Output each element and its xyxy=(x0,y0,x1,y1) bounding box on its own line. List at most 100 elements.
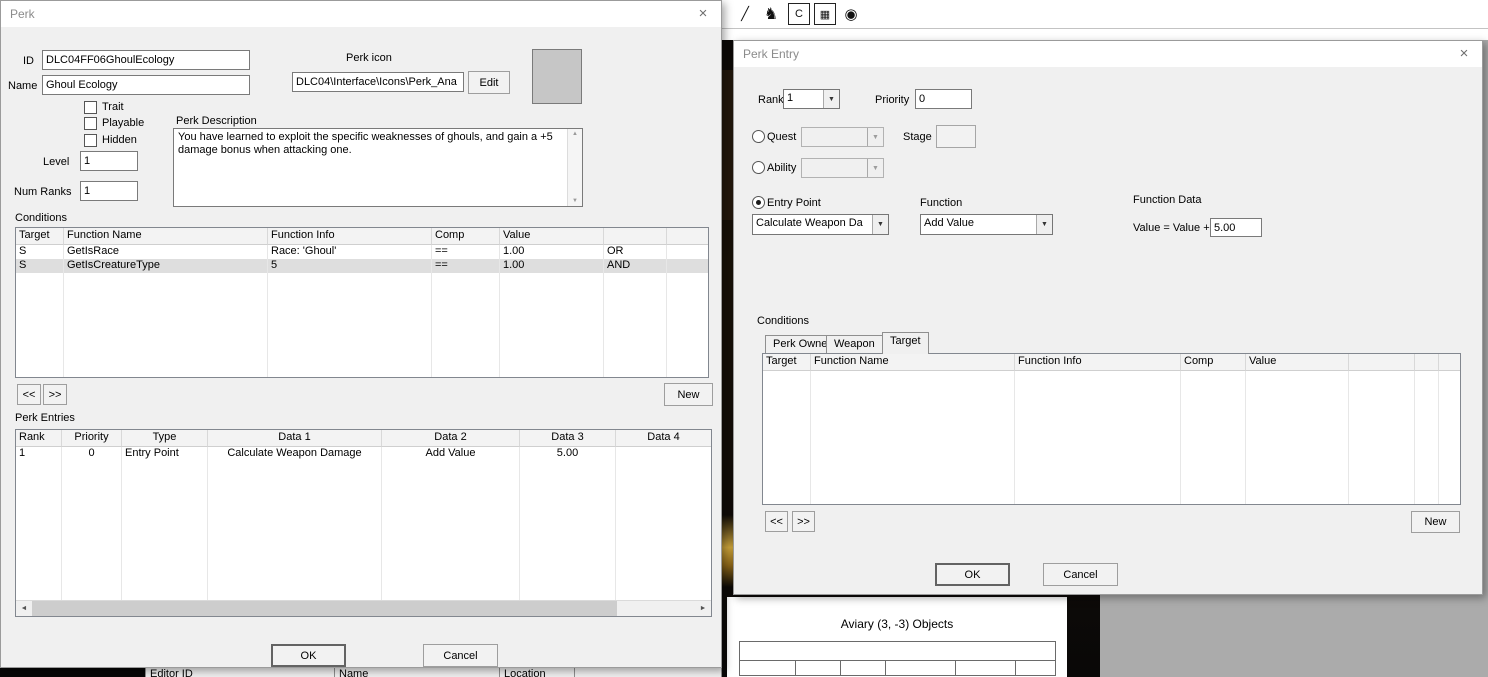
column-header-blank[interactable] xyxy=(575,668,722,677)
entry-new-button[interactable]: New xyxy=(1411,511,1460,533)
edit-button[interactable]: Edit xyxy=(468,71,510,94)
pen-icon[interactable]: ╱ xyxy=(734,3,756,25)
stage-label: Stage xyxy=(903,131,932,143)
header-function-name[interactable]: Function Name xyxy=(811,354,1015,371)
toolbar-divider xyxy=(722,28,1488,29)
conditions-table: Target Function Name Function Info Comp … xyxy=(15,227,709,378)
header-blank[interactable] xyxy=(1349,354,1415,371)
header-value[interactable]: Value xyxy=(1246,354,1349,371)
creature-icon[interactable]: ♞ xyxy=(760,3,782,25)
ok-button[interactable]: OK xyxy=(935,563,1010,586)
entry-next-button[interactable]: >> xyxy=(792,511,815,532)
header-data4[interactable]: Data 4 xyxy=(616,430,711,447)
condition-row[interactable]: S GetIsCreatureType 5 == 1.00 AND xyxy=(16,259,708,273)
header-blank[interactable] xyxy=(604,228,667,245)
perk-icon-path-input[interactable] xyxy=(292,72,464,92)
scroll-right-icon[interactable]: ► xyxy=(695,601,711,616)
header-data3[interactable]: Data 3 xyxy=(520,430,616,447)
entry-point-dropdown[interactable]: Calculate Weapon Da ▼ xyxy=(752,214,889,235)
conditions-new-button[interactable]: New xyxy=(664,383,713,406)
id-input[interactable] xyxy=(42,50,250,70)
playable-label: Playable xyxy=(102,117,145,129)
header-blank[interactable] xyxy=(1439,354,1460,371)
chevron-down-icon: ▼ xyxy=(867,128,883,146)
entry-prev-button[interactable]: << xyxy=(765,511,788,532)
perk-entry-title: Perk Entry xyxy=(743,47,800,61)
header-comp[interactable]: Comp xyxy=(1181,354,1246,371)
perk-dialog-titlebar[interactable]: Perk × xyxy=(1,1,721,27)
perk-entry-titlebar[interactable]: Perk Entry × xyxy=(734,41,1482,67)
perk-description-box[interactable]: You have learned to exploit the specific… xyxy=(173,128,583,207)
scroll-up-icon[interactable]: ▲ xyxy=(568,131,582,137)
header-value[interactable]: Value xyxy=(500,228,604,245)
cancel-button[interactable]: Cancel xyxy=(423,644,498,667)
header-function-name[interactable]: Function Name xyxy=(64,228,268,245)
quest-dropdown: ▼ xyxy=(801,127,884,147)
conditions-prev-button[interactable]: << xyxy=(17,384,41,405)
ability-dropdown: ▼ xyxy=(801,158,884,178)
perk-description-label: Perk Description xyxy=(176,115,257,127)
header-comp[interactable]: Comp xyxy=(432,228,500,245)
rank-label: Rank xyxy=(758,94,784,106)
num-ranks-label: Num Ranks xyxy=(14,186,72,198)
horizontal-scrollbar[interactable]: ◄ ► xyxy=(16,600,711,616)
function-dropdown[interactable]: Add Value ▼ xyxy=(920,214,1053,235)
ok-button[interactable]: OK xyxy=(271,644,346,667)
cell-objects-panel: Aviary (3, -3) Objects xyxy=(727,597,1067,677)
condition-row[interactable]: S GetIsRace Race: 'Ghoul' == 1.00 OR xyxy=(16,245,708,259)
num-ranks-input[interactable] xyxy=(80,181,138,201)
header-target[interactable]: Target xyxy=(16,228,64,245)
close-icon[interactable]: × xyxy=(691,4,715,24)
target-icon[interactable]: ◉ xyxy=(840,3,862,25)
header-target[interactable]: Target xyxy=(763,354,811,371)
description-scrollbar[interactable]: ▲ ▼ xyxy=(567,129,582,206)
perk-entries-label: Perk Entries xyxy=(15,412,75,424)
tab-target[interactable]: Target xyxy=(882,332,929,354)
scrollbar-thumb[interactable] xyxy=(32,601,617,616)
scroll-left-icon[interactable]: ◄ xyxy=(16,601,32,616)
rank-dropdown[interactable]: 1 ▼ xyxy=(783,89,840,109)
cancel-button[interactable]: Cancel xyxy=(1043,563,1118,586)
quest-radio[interactable] xyxy=(752,130,765,143)
value-expression-label: Value = Value + xyxy=(1133,222,1210,234)
trait-checkbox[interactable] xyxy=(84,101,97,114)
header-data2[interactable]: Data 2 xyxy=(382,430,520,447)
header-data1[interactable]: Data 1 xyxy=(208,430,382,447)
priority-input[interactable] xyxy=(915,89,972,109)
grid-icon[interactable]: ▦ xyxy=(814,3,836,25)
hidden-checkbox[interactable] xyxy=(84,134,97,147)
scrollbar-track[interactable] xyxy=(617,601,695,616)
perk-entry-row[interactable]: 1 0 Entry Point Calculate Weapon Damage … xyxy=(16,447,711,461)
scroll-down-icon[interactable]: ▼ xyxy=(568,198,582,204)
cell-icon[interactable]: C xyxy=(788,3,810,25)
column-header-name[interactable]: Name xyxy=(335,668,500,677)
chevron-down-icon[interactable]: ▼ xyxy=(1036,215,1052,234)
tab-weapon[interactable]: Weapon xyxy=(826,335,883,353)
chevron-down-icon[interactable]: ▼ xyxy=(872,215,888,234)
header-function-info[interactable]: Function Info xyxy=(1015,354,1181,371)
empty-rows xyxy=(16,273,708,377)
name-input[interactable] xyxy=(42,75,250,95)
function-label: Function xyxy=(920,197,963,209)
entry-point-radio[interactable] xyxy=(752,196,765,209)
column-header-editor-id[interactable]: Editor ID xyxy=(145,668,335,677)
playable-checkbox[interactable] xyxy=(84,117,97,130)
header-blank[interactable] xyxy=(1415,354,1439,371)
header-type[interactable]: Type xyxy=(122,430,208,447)
conditions-next-button[interactable]: >> xyxy=(43,384,67,405)
chevron-down-icon[interactable]: ▼ xyxy=(823,90,839,108)
conditions-label: Conditions xyxy=(15,212,67,224)
trait-label: Trait xyxy=(102,101,124,113)
level-input[interactable] xyxy=(80,151,138,171)
column-header-location[interactable]: Location xyxy=(500,668,575,677)
header-function-info[interactable]: Function Info xyxy=(268,228,432,245)
header-blank[interactable] xyxy=(667,228,708,245)
cell-objects-list xyxy=(739,641,1056,676)
ability-radio[interactable] xyxy=(752,161,765,174)
render-scene-detail xyxy=(722,70,733,220)
close-icon[interactable]: × xyxy=(1452,44,1476,64)
perk-dialog-title: Perk xyxy=(10,7,35,21)
function-value-input[interactable] xyxy=(1210,218,1262,237)
header-rank[interactable]: Rank xyxy=(16,430,62,447)
header-priority[interactable]: Priority xyxy=(62,430,122,447)
